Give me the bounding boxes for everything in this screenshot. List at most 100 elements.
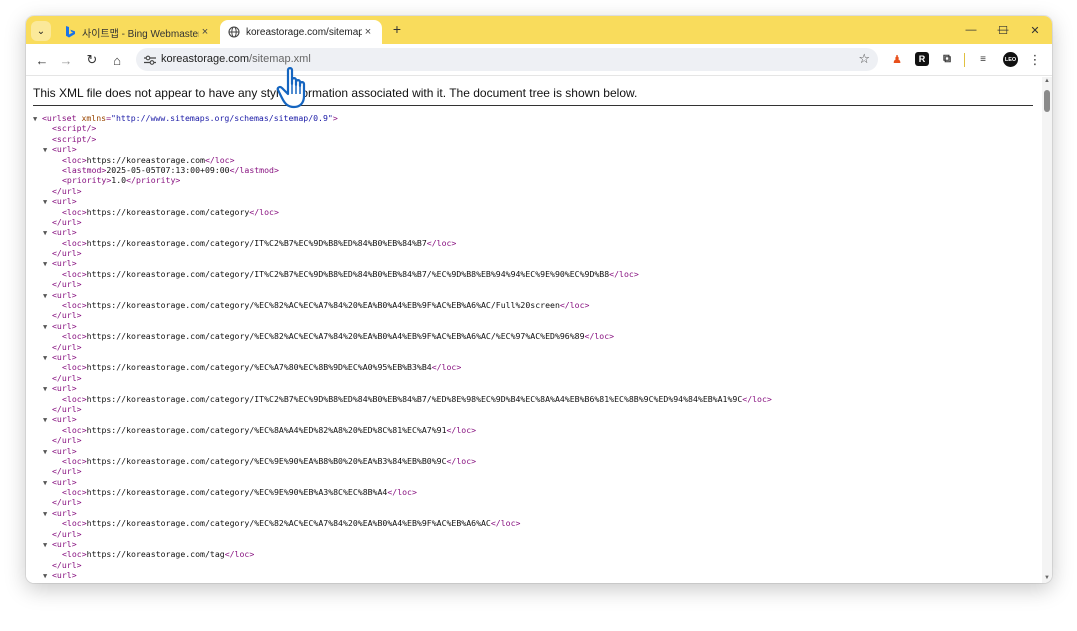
browser-window: ⌄ 사이트맵 - Bing Webmaster To × koreastorag…	[26, 16, 1052, 583]
xml-line[interactable]: ▼ <url>	[33, 446, 772, 456]
home-button[interactable]: ⌂	[106, 49, 128, 71]
xml-tag-open: </url>	[52, 435, 82, 446]
xml-tag-close: </loc>	[431, 362, 462, 373]
xml-text: https://koreastorage.com/category	[86, 206, 250, 217]
minimize-icon: —	[965, 24, 977, 36]
xml-tag-open: <url>	[52, 227, 77, 238]
xml-attr-value: "http://www.sitemaps.org/schemas/sitemap…	[111, 113, 333, 123]
xml-tag-open: <loc>	[62, 393, 87, 404]
xml-line[interactable]: ▼ <url>	[33, 508, 772, 518]
xml-text: 1.0	[111, 175, 127, 186]
xml-tag-open: </url>	[52, 248, 82, 259]
xml-line: </url>	[33, 373, 772, 383]
xml-tag-open: <priority>	[62, 175, 112, 186]
xml-tag-open: </url>	[52, 341, 82, 352]
xml-line: <loc>https://koreastorage.com/category/%…	[33, 518, 772, 528]
xml-line: <loc>https://koreastorage.com/category/%…	[33, 456, 772, 466]
xml-line[interactable]: ▼ <url>	[33, 321, 772, 331]
collapse-triangle-icon[interactable]: ▼	[43, 571, 52, 581]
back-button[interactable]: ←	[31, 49, 53, 71]
url-text: koreastorage.com/sitemap.xml	[161, 53, 311, 65]
xml-tag-open: <urlset	[42, 113, 77, 123]
close-tab-icon[interactable]: ×	[199, 26, 211, 38]
xml-tag-close: </loc>	[249, 206, 279, 217]
chevron-down-icon: ⌄	[36, 25, 46, 37]
xml-line: <loc>https://koreastorage.com/tag</loc>	[33, 549, 772, 559]
maximize-window-button[interactable]: ☐	[986, 20, 1020, 40]
xml-tag-open: </url>	[52, 279, 82, 290]
address-bar[interactable]: koreastorage.com/sitemap.xml ☆	[136, 48, 878, 71]
menu-button[interactable]: ⋮	[1024, 49, 1046, 71]
xml-tag-open: <script/>	[52, 123, 97, 134]
xml-line[interactable]: ▼ <url>	[33, 570, 772, 580]
scroll-down-icon[interactable]: ▼	[1042, 574, 1052, 583]
close-tab-icon[interactable]: ×	[362, 26, 374, 38]
maximize-icon: ☐	[998, 24, 1008, 37]
vertical-scrollbar[interactable]: ▲ ▼	[1042, 77, 1052, 583]
close-window-button[interactable]: ✕	[1018, 20, 1052, 40]
xml-tag-close: </loc>	[387, 487, 417, 498]
xml-line: <loc>https://koreastorage.com/category</…	[33, 207, 772, 217]
site-info-icon[interactable]	[142, 52, 157, 67]
xml-line: <lastmod>2025-05-05T07:13:00+09:00</last…	[33, 165, 772, 175]
xml-tag-open: <loc>	[62, 362, 87, 373]
extension-icon-r[interactable]: R	[915, 52, 929, 66]
xml-line: </url>	[33, 560, 772, 570]
xml-tag-close: >	[332, 113, 338, 123]
xml-line[interactable]: ▼ <urlset xmlns="http://www.sitemaps.org/…	[33, 113, 772, 123]
xml-line[interactable]: ▼ <url>	[33, 477, 772, 487]
tab-sitemap-xml[interactable]: koreastorage.com/sitemap.xml ×	[220, 20, 382, 44]
xml-line[interactable]: ▼ <url>	[33, 383, 772, 393]
scrollbar-thumb[interactable]	[1044, 90, 1050, 112]
xml-line: <loc>https://koreastorage.com/category/I…	[33, 238, 772, 248]
reload-icon: ↻	[86, 52, 98, 67]
minimize-window-button[interactable]: —	[954, 20, 988, 40]
scroll-up-icon[interactable]: ▲	[1042, 77, 1052, 86]
xml-tag-close: </loc>	[584, 331, 615, 342]
xml-text: https://koreastorage.com/category/%EC%82…	[86, 518, 491, 529]
xml-line[interactable]: ▼ <url>	[33, 258, 772, 268]
tab-bing-webmaster[interactable]: 사이트맵 - Bing Webmaster To ×	[56, 20, 219, 44]
kebab-menu-icon: ⋮	[1028, 52, 1042, 67]
reading-list-icon[interactable]: ≡	[976, 52, 990, 66]
xml-tag-open: </url>	[52, 528, 82, 539]
xml-tag-open: <url>	[52, 507, 77, 518]
tab-search-button[interactable]: ⌄	[31, 21, 51, 41]
xml-tag-close: </loc>	[490, 518, 521, 529]
xml-tag-close: </loc>	[224, 549, 255, 560]
xml-line: </url>	[33, 186, 772, 196]
tab-title: 사이트맵 - Bing Webmaster To	[82, 28, 199, 40]
profile-avatar[interactable]: LEO	[1003, 52, 1018, 67]
collapse-triangle-icon[interactable]: ▼	[43, 197, 52, 207]
xml-tag-open: </url>	[52, 372, 82, 383]
forward-button[interactable]: →	[55, 49, 77, 71]
xml-line[interactable]: ▼ <url>	[33, 290, 772, 300]
reload-button[interactable]: ↻	[81, 49, 103, 71]
xml-tag-open: </url>	[52, 497, 82, 508]
xml-text: https://koreastorage.com/tag	[86, 549, 225, 560]
xml-line[interactable]: ▼ <url>	[33, 414, 772, 424]
xml-line[interactable]: ▼ <url>	[33, 352, 772, 362]
xml-document-tree: ▼ <urlset xmlns="http://www.sitemaps.org/…	[33, 113, 772, 581]
xml-line[interactable]: ▼ <url>	[33, 227, 772, 237]
xml-tag-close: </loc>	[446, 455, 477, 466]
xml-line: </url>	[33, 217, 772, 227]
xml-line[interactable]: ▼ <url>	[33, 539, 772, 549]
xml-tag-close: </priority>	[126, 175, 181, 186]
new-tab-button[interactable]: +	[388, 21, 406, 37]
xml-text: https://koreastorage.com/category/%EC%82…	[86, 331, 585, 342]
xml-tag-open: </url>	[52, 559, 82, 570]
puzzle-extensions-icon[interactable]: ⧉	[940, 52, 954, 66]
xml-text: https://koreastorage.com/category/%EC%A7…	[86, 362, 432, 373]
arrow-right-icon: →	[59, 52, 73, 68]
xml-tag-open: <loc>	[62, 206, 87, 217]
xml-line[interactable]: ▼ <url>	[33, 144, 772, 154]
xml-tag-open: <url>	[52, 383, 77, 394]
extension-icon-orange[interactable]: ♟	[890, 52, 904, 66]
xml-line: </url>	[33, 310, 772, 320]
xml-line[interactable]: ▼ <url>	[33, 196, 772, 206]
xml-tag-open: <url>	[52, 539, 77, 550]
tab-title: koreastorage.com/sitemap.xml	[246, 26, 362, 38]
xml-line: <loc>https://koreastorage.com/category/%…	[33, 487, 772, 497]
bookmark-star-icon[interactable]: ☆	[858, 51, 870, 67]
